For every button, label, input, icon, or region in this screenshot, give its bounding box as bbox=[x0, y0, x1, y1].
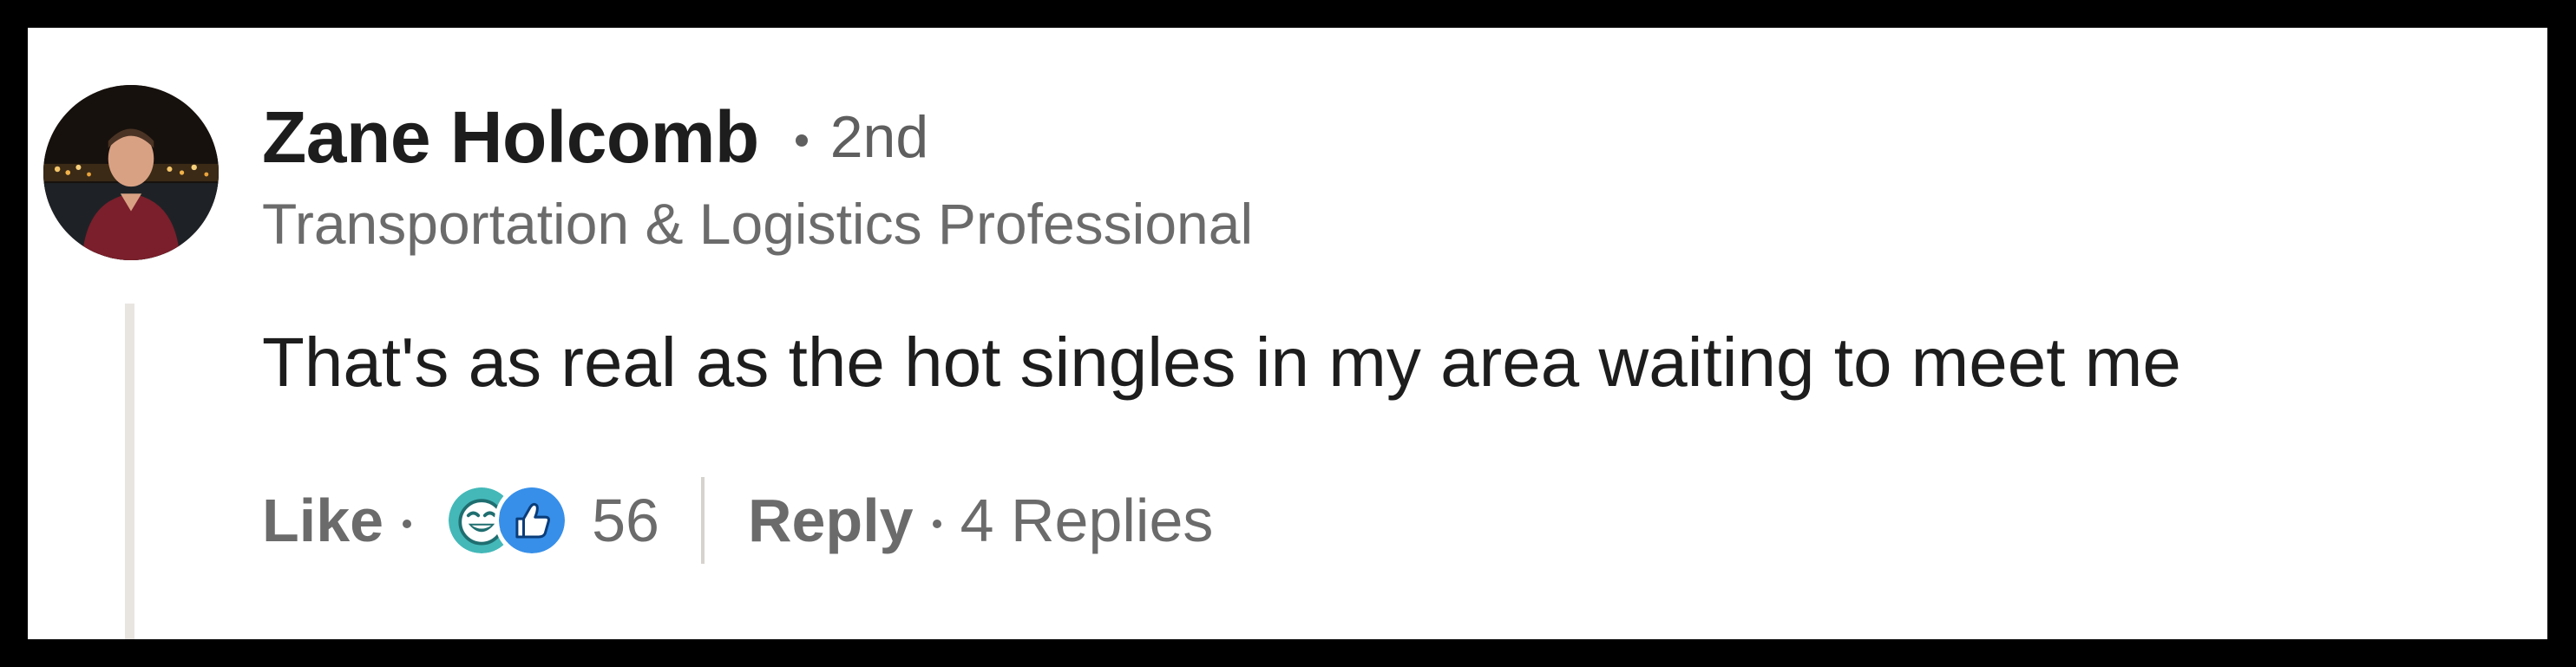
author-name-row: Zane Holcomb 2nd bbox=[262, 95, 928, 179]
connection-degree: 2nd bbox=[829, 104, 929, 170]
separator-dot bbox=[795, 134, 808, 147]
reaction-count: 56 bbox=[592, 487, 659, 554]
profile-photo-icon bbox=[43, 85, 219, 260]
separator-dot bbox=[403, 520, 412, 528]
like-button[interactable]: Like bbox=[262, 486, 383, 555]
comment-card: Zane Holcomb 2nd Transportation & Logist… bbox=[28, 28, 2547, 639]
author-avatar[interactable] bbox=[43, 85, 219, 260]
author-name[interactable]: Zane Holcomb bbox=[262, 95, 759, 180]
comment-text: That's as real as the hot singles in my … bbox=[262, 324, 2181, 401]
thread-line bbox=[125, 304, 134, 639]
replies-count-link[interactable]: 4 Replies bbox=[960, 486, 1214, 555]
reactions-summary[interactable]: 56 bbox=[444, 483, 659, 558]
like-thumbs-up-icon bbox=[495, 483, 570, 558]
reply-button[interactable]: Reply bbox=[748, 486, 914, 555]
comment-actions: Like 56 Reply 4 Replies bbox=[262, 477, 1214, 564]
author-headline: Transportation & Logistics Professional bbox=[262, 192, 1254, 256]
separator-dot bbox=[932, 520, 941, 528]
action-divider bbox=[700, 477, 705, 564]
